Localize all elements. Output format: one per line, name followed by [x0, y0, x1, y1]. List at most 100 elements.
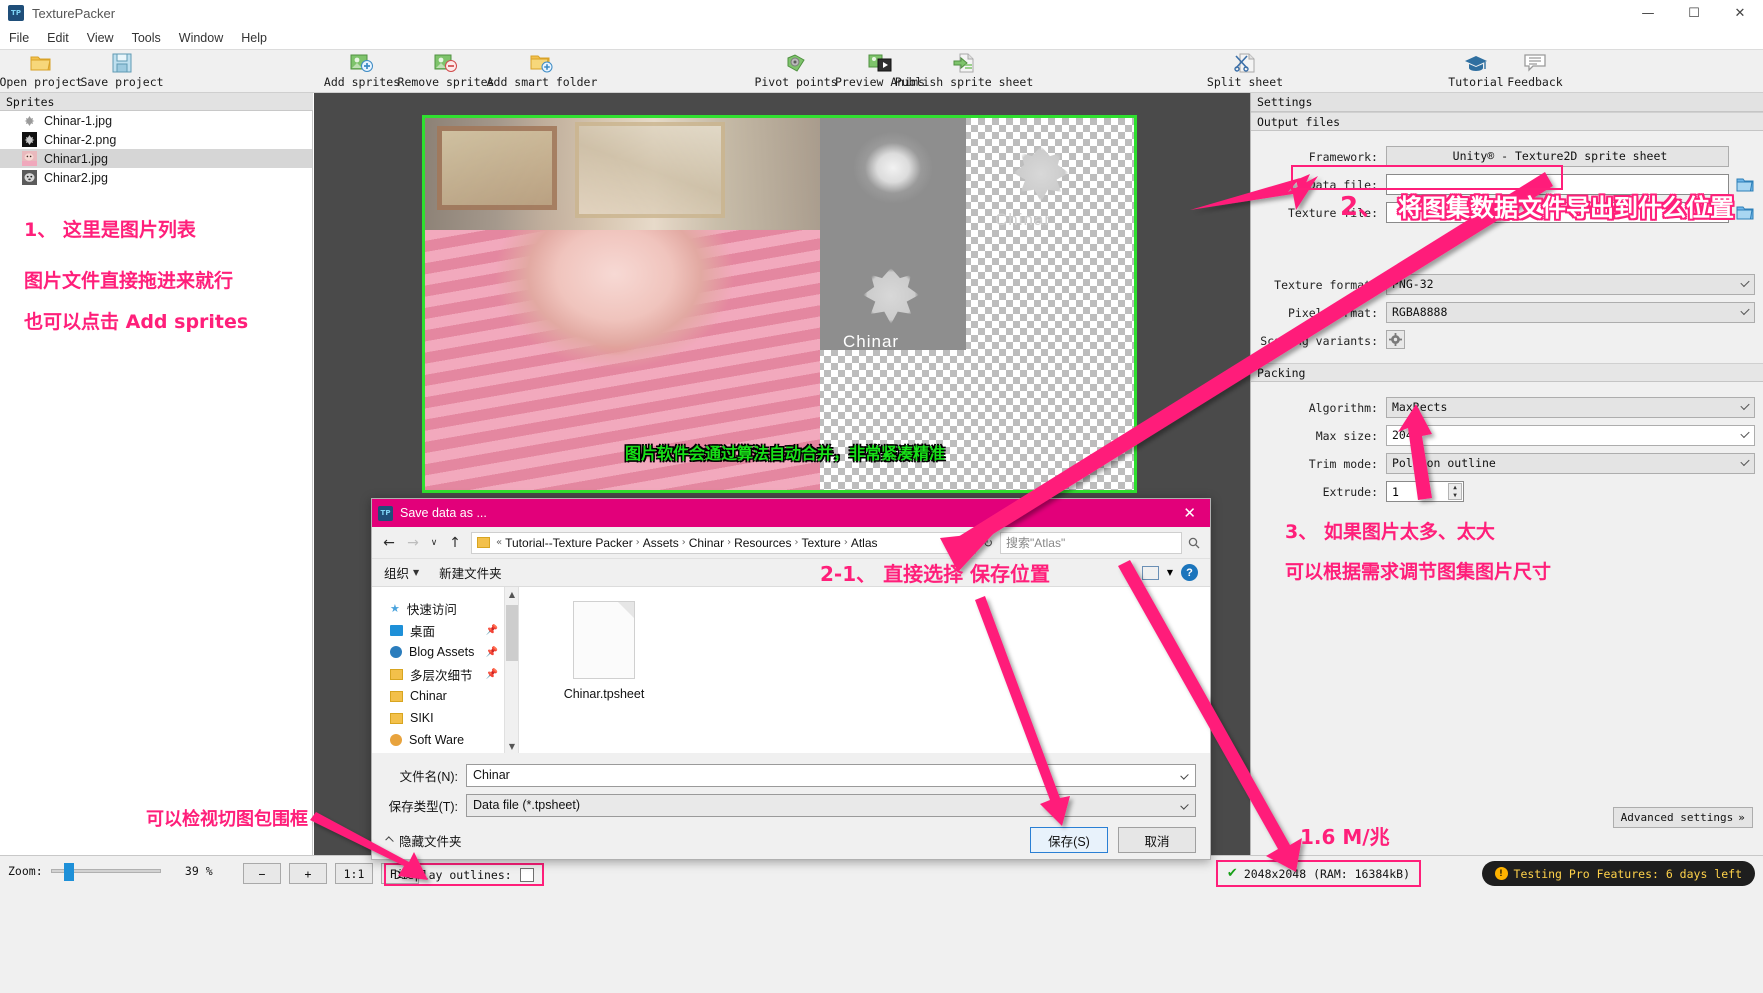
- cancel-button[interactable]: 取消: [1118, 827, 1196, 853]
- tree-item-desktop[interactable]: 桌面 📌: [372, 619, 504, 641]
- breadcrumb-item-4[interactable]: Texture: [801, 536, 840, 550]
- scroll-up-icon[interactable]: ▲: [505, 587, 519, 601]
- stepper-down-icon[interactable]: ▼: [1449, 492, 1461, 500]
- pro-trial-text: Testing Pro Features: 6 days left: [1513, 866, 1742, 881]
- zoom-slider[interactable]: [50, 863, 161, 881]
- toolbar-save-project[interactable]: Save project: [67, 52, 177, 89]
- zoom-slider-knob[interactable]: [63, 863, 74, 881]
- zoom-actual-size-button[interactable]: 1:1: [335, 863, 373, 884]
- algorithm-select[interactable]: MaxRects: [1386, 397, 1755, 418]
- list-item-selected[interactable]: Chinar1.jpg: [0, 149, 312, 168]
- menu-file[interactable]: File: [0, 31, 38, 45]
- texture-file-browse-button[interactable]: [1735, 204, 1755, 222]
- leaf-icon-top: [1013, 146, 1069, 202]
- sprite-sheet-preview[interactable]: Chinar Chinar 图片软件会通过算法自动合并，非常紧凑精准: [422, 115, 1137, 493]
- extrude-stepper[interactable]: 1 ▲ ▼: [1386, 481, 1464, 502]
- nav-history-button[interactable]: ∨: [426, 532, 442, 554]
- toolbar-publish-sprite-sheet[interactable]: Publish sprite sheet: [895, 52, 1033, 89]
- toolbar-feedback[interactable]: Feedback: [1480, 52, 1590, 89]
- dialog-body: ★ 快速访问 桌面 📌 Blog Assets 📌 多层次细节 📌 Chinar…: [372, 586, 1210, 753]
- display-outlines-group[interactable]: Display outlines:: [384, 863, 544, 886]
- nav-back-button[interactable]: ←: [378, 532, 400, 554]
- toolbar-split-sheet[interactable]: Split sheet: [1190, 52, 1300, 89]
- data-file-browse-button[interactable]: [1735, 176, 1755, 194]
- dialog-tree-scrollbar[interactable]: ▲ ▼: [504, 587, 518, 753]
- save-data-dialog[interactable]: TP Save data as ... ✕ ← → ∨ ↑ « Tutorial…: [371, 498, 1211, 860]
- dialog-close-button[interactable]: ✕: [1175, 504, 1204, 522]
- toolbar-remove-sprites[interactable]: Remove sprites: [391, 52, 501, 89]
- breadcrumb-item-0[interactable]: Tutorial--Texture Packer: [505, 536, 633, 550]
- dialog-file-list[interactable]: Chinar.tpsheet: [518, 587, 1210, 753]
- new-folder-button[interactable]: 新建文件夹: [439, 563, 502, 582]
- breadcrumb-item-5[interactable]: Atlas: [851, 536, 878, 550]
- scrollbar-thumb[interactable]: [506, 605, 518, 661]
- menu-help[interactable]: Help: [232, 31, 276, 45]
- trim-mode-select[interactable]: Polygon outline: [1386, 453, 1755, 474]
- breadcrumb-item-1[interactable]: Assets: [643, 536, 679, 550]
- stepper-up-icon[interactable]: ▲: [1449, 484, 1461, 492]
- tree-item-soft-ware[interactable]: Soft Ware: [372, 729, 504, 751]
- tree-item-label: Blog Assets: [409, 645, 475, 659]
- nav-forward-button[interactable]: →: [402, 532, 424, 554]
- leaf-label-top: Chinar: [995, 210, 1052, 229]
- help-icon[interactable]: ?: [1181, 564, 1198, 581]
- settings-title: Settings: [1251, 93, 1763, 112]
- framework-label: Framework:: [1308, 149, 1378, 164]
- breadcrumb-item-3[interactable]: Resources: [734, 536, 791, 550]
- organize-button[interactable]: 组织 ▼: [384, 563, 419, 582]
- display-outlines-checkbox[interactable]: [519, 867, 534, 882]
- toolbar-add-smart-folder[interactable]: Add smart folder: [487, 52, 597, 89]
- pro-trial-badge[interactable]: ! Testing Pro Features: 6 days left: [1481, 861, 1755, 886]
- star-icon: ★: [390, 601, 400, 615]
- pixel-format-select[interactable]: RGBA8888: [1386, 302, 1755, 323]
- zoom-out-button[interactable]: −: [243, 863, 281, 884]
- max-size-row: Max size: 2048: [1251, 424, 1763, 447]
- texture-format-select[interactable]: PNG-32: [1386, 274, 1755, 295]
- sprite-name: Chinar-2.png: [44, 132, 117, 147]
- folder-icon: [390, 668, 403, 680]
- save-button[interactable]: 保存(S): [1030, 827, 1108, 853]
- nav-up-button[interactable]: ↑: [444, 532, 466, 554]
- scroll-down-icon[interactable]: ▼: [505, 739, 519, 753]
- menu-edit[interactable]: Edit: [38, 31, 78, 45]
- chevron-down-icon[interactable]: [1180, 800, 1189, 810]
- annotation-2-1-text: 2-1、 直接选择 保存位置: [820, 562, 1051, 586]
- maximize-button[interactable]: ☐: [1671, 0, 1717, 26]
- advanced-settings-button[interactable]: Advanced settings »: [1612, 807, 1753, 828]
- window-titlebar: TP TexturePacker — ☐ ✕: [0, 0, 1763, 26]
- refresh-icon[interactable]: ↻: [978, 532, 998, 554]
- chevron-down-icon[interactable]: [1180, 770, 1189, 780]
- list-item[interactable]: Chinar.tpsheet: [549, 601, 659, 701]
- toolbar-label: Feedback: [1507, 75, 1563, 89]
- max-size-select[interactable]: 2048: [1386, 425, 1755, 446]
- menu-tools[interactable]: Tools: [123, 31, 170, 45]
- breadcrumb-item-2[interactable]: Chinar: [689, 536, 724, 550]
- menu-window[interactable]: Window: [170, 31, 232, 45]
- sprites-panel-header: Sprites: [0, 93, 313, 111]
- tree-item-layered-detail[interactable]: 多层次细节 📌: [372, 663, 504, 685]
- breadcrumb[interactable]: « Tutorial--Texture Packer › Assets › Ch…: [471, 531, 976, 554]
- view-mode-icon[interactable]: [1141, 565, 1159, 580]
- tree-item-siki[interactable]: SIKI: [372, 707, 504, 729]
- list-item[interactable]: Chinar-1.jpg: [0, 111, 312, 130]
- list-item[interactable]: Chinar-2.png: [0, 130, 312, 149]
- gear-icon[interactable]: [1386, 330, 1405, 349]
- search-input[interactable]: 搜索"Atlas": [1000, 531, 1182, 554]
- publish-sheet-icon: [953, 52, 975, 74]
- filename-input[interactable]: Chinar: [466, 763, 1196, 787]
- list-item[interactable]: Chinar2.jpg: [0, 168, 312, 187]
- dialog-places-tree[interactable]: ★ 快速访问 桌面 📌 Blog Assets 📌 多层次细节 📌 Chinar…: [372, 587, 504, 753]
- stepper-arrows-icon[interactable]: ▲ ▼: [1448, 483, 1462, 500]
- close-button[interactable]: ✕: [1717, 0, 1763, 26]
- app-window: TP TexturePacker — ☐ ✕ File Edit View To…: [0, 0, 1763, 993]
- tree-item-blog-assets[interactable]: Blog Assets 📌: [372, 641, 504, 663]
- menu-view[interactable]: View: [78, 31, 123, 45]
- zoom-in-button[interactable]: +: [289, 863, 327, 884]
- tree-item-quick-access[interactable]: ★ 快速访问: [372, 597, 504, 619]
- framework-select[interactable]: Unity® - Texture2D sprite sheet: [1386, 146, 1729, 167]
- filetype-select[interactable]: Data file (*.tpsheet): [466, 793, 1196, 817]
- hide-folders-toggle[interactable]: 隐藏文件夹: [385, 831, 462, 850]
- minimize-button[interactable]: —: [1625, 0, 1671, 26]
- caret-down-icon[interactable]: ▼: [1167, 568, 1173, 577]
- tree-item-chinar[interactable]: Chinar: [372, 685, 504, 707]
